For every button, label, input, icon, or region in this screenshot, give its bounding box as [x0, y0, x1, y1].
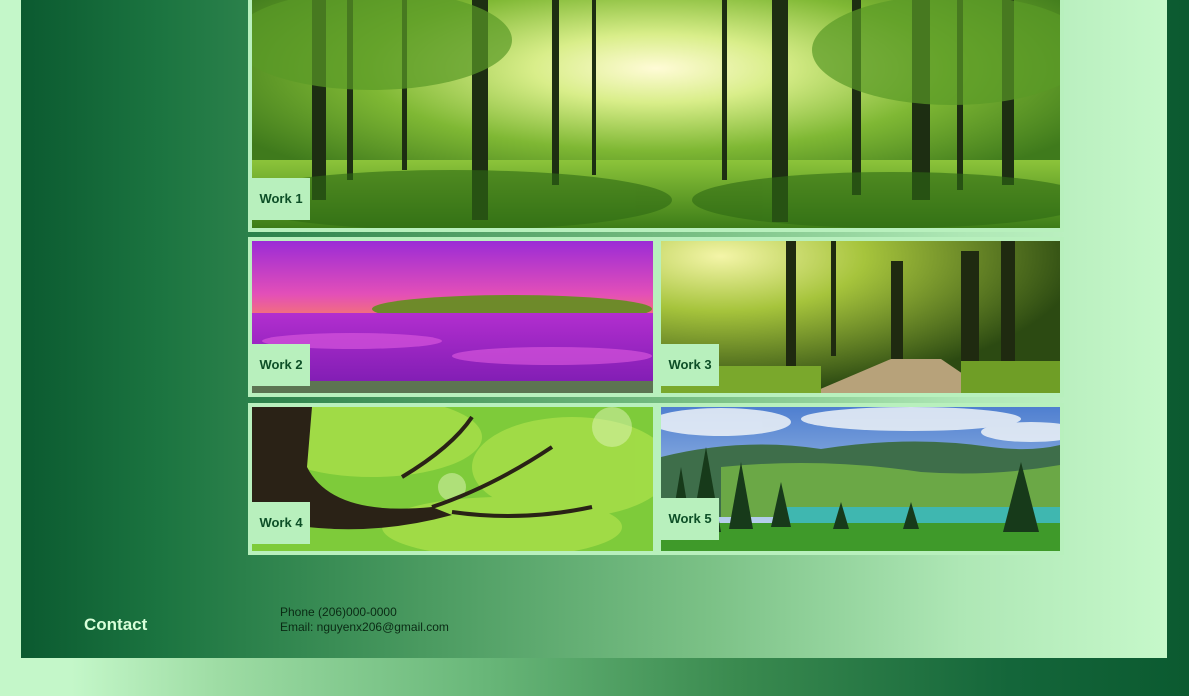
work-3-card[interactable]: Work 3 — [657, 237, 1064, 397]
work-4-image[interactable] — [252, 407, 653, 551]
work-1-card[interactable]: Work 1 — [248, 0, 1064, 232]
work-5-image[interactable] — [661, 407, 1060, 551]
contact-info: Phone (206)000-0000 Email: nguyenx206@gm… — [280, 605, 449, 635]
work-2-card[interactable]: Work 2 — [248, 237, 657, 397]
work-3-image[interactable] — [661, 241, 1060, 393]
work-5-card[interactable]: Work 5 — [657, 403, 1064, 555]
contact-phone: Phone (206)000-0000 — [280, 605, 397, 619]
work-3-label[interactable]: Work 3 — [661, 344, 719, 386]
work-1-label[interactable]: Work 1 — [252, 178, 310, 220]
work-2-image[interactable] — [252, 241, 653, 393]
contact-email[interactable]: Email: nguyenx206@gmail.com — [280, 620, 449, 635]
work-2-label[interactable]: Work 2 — [252, 344, 310, 386]
work-4-label[interactable]: Work 4 — [252, 502, 310, 544]
work-5-label[interactable]: Work 5 — [661, 498, 719, 540]
page-panel: Work 1 Work 2 Work 3 Work 4 Work 5 Conta… — [21, 0, 1167, 658]
work-4-card[interactable]: Work 4 — [248, 403, 657, 555]
contact-heading: Contact — [84, 615, 148, 634]
work-1-image[interactable] — [252, 0, 1060, 228]
